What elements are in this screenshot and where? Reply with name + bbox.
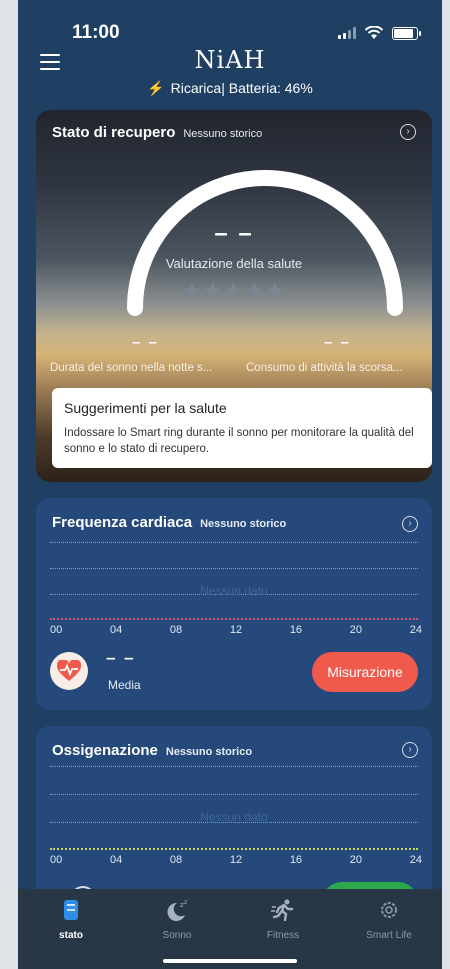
heart_rate-tick-label: 20	[349, 624, 363, 636]
heart_rate-tick-label: 04	[109, 624, 123, 636]
charging-status-text: Ricarica| Batteria: 46%	[170, 80, 313, 96]
recovery-chevron-icon[interactable]: ›	[400, 124, 416, 140]
grid-line	[50, 794, 418, 795]
oxygen-tick-label: 24	[409, 854, 422, 866]
heart-rate-value: – –	[106, 648, 136, 667]
svg-text:z: z	[184, 899, 187, 906]
running-icon	[271, 899, 295, 921]
tips-title: Suggerimenti per la salute	[64, 400, 227, 416]
tips-text: Indossare lo Smart ring durante il sonno…	[64, 427, 414, 455]
oxygen-title-row: Ossigenazione Nessuno storico	[52, 742, 252, 759]
measure-button[interactable]: Misurazione	[312, 652, 418, 692]
status-bar: 11:00	[18, 0, 442, 44]
oxygen-axis-line	[50, 848, 418, 850]
brand-logo: NiAH	[194, 46, 266, 74]
oxygen-tick-label: 08	[169, 854, 183, 866]
tab-label: Fitness	[266, 930, 300, 941]
oxygen-tick-label: 20	[349, 854, 363, 866]
tab-label: stato	[59, 930, 83, 941]
recovery-title: Stato di recupero	[52, 124, 176, 141]
app-screen: 11:00 NiAH ⚡ Ricarica| Batteria: 46% Stat…	[18, 0, 442, 969]
sleep-duration-value: – –	[132, 334, 159, 351]
heart_rate-tick-label: 08	[169, 624, 183, 636]
grid-line	[50, 542, 418, 543]
heart-rate-history: Nessuno storico	[200, 518, 287, 530]
status-time: 11:00	[72, 22, 120, 43]
status-icons	[338, 26, 421, 40]
sleep-icon: zz	[165, 899, 189, 921]
oxygen-history: Nessuno storico	[165, 746, 253, 758]
oxygen-no-data: Nessun dato	[200, 810, 268, 824]
grid-line	[50, 766, 418, 767]
tab-bar: stato zz Sonno Fitness Smart Life	[18, 889, 442, 969]
lightning-icon: ⚡	[147, 80, 165, 96]
heart-rate-axis-line	[50, 618, 418, 620]
recovery-card[interactable]: Stato di recupero Nessuno storico › – – …	[36, 110, 432, 482]
heart-rate-avatar	[50, 652, 88, 690]
heart-rate-title-row: Frequenza cardiaca Nessuno storico	[52, 514, 286, 531]
health-score-label: Valutazione della salute	[165, 256, 303, 271]
tab-smart-life[interactable]: Smart Life	[344, 899, 434, 969]
heart-rate-average-label: Media	[108, 678, 141, 692]
heart-rate-chevron-icon[interactable]: ›	[402, 516, 418, 532]
oxygen-tick-label: 12	[229, 854, 243, 866]
health-score-value: – –	[214, 220, 254, 247]
rating-stars: ★★★★★	[182, 278, 286, 303]
sleep-duration-label: Durata del sonno nella notte s...	[50, 362, 213, 374]
tab-label: Sonno	[162, 930, 192, 941]
oxygen-x-axis: 00 04 08 12 16 20 24	[50, 854, 422, 866]
heart-pulse-icon	[57, 660, 81, 681]
home-indicator	[163, 959, 297, 963]
recovery-history: Nessuno storico	[183, 128, 263, 140]
wifi-icon	[364, 26, 384, 39]
oxygen-tick-label: 00	[50, 854, 63, 866]
tab-stato[interactable]: stato	[26, 899, 116, 969]
oxygen-chevron-icon[interactable]: ›	[402, 742, 418, 758]
charging-status: ⚡ Ricarica| Batteria: 46%	[18, 80, 442, 97]
heart_rate-tick-label: 24	[409, 624, 422, 636]
recovery-title-row: Stato di recupero Nessuno storico	[52, 124, 262, 141]
battery-icon	[392, 26, 421, 40]
oxygen-tick-label: 16	[289, 854, 303, 866]
tab-label: Smart Life	[366, 930, 412, 941]
heart-rate-title: Frequenza cardiaca	[52, 514, 193, 531]
health-tips-box: Suggerimenti per la salute Indossare lo …	[52, 388, 432, 468]
status-icon	[64, 899, 78, 921]
heart_rate-tick-label: 16	[289, 624, 303, 636]
heart-rate-card[interactable]: Frequenza cardiaca Nessuno storico › Nes…	[36, 498, 432, 710]
gear-icon	[379, 899, 399, 921]
heart_rate-tick-label: 00	[50, 624, 63, 636]
oxygen-tick-label: 04	[109, 854, 123, 866]
activity-value: – –	[324, 334, 351, 351]
heart_rate-tick-label: 12	[229, 624, 243, 636]
heart-rate-x-axis: 00 04 08 12 16 20 24	[50, 624, 422, 636]
cellular-signal-icon	[338, 27, 356, 39]
heart-rate-no-data: Nessun dato	[200, 584, 268, 598]
activity-label: Consumo di attività la scorsa...	[246, 362, 403, 374]
oxygen-title: Ossigenazione	[52, 742, 158, 759]
battery-fill	[394, 28, 414, 38]
grid-line	[50, 568, 418, 569]
